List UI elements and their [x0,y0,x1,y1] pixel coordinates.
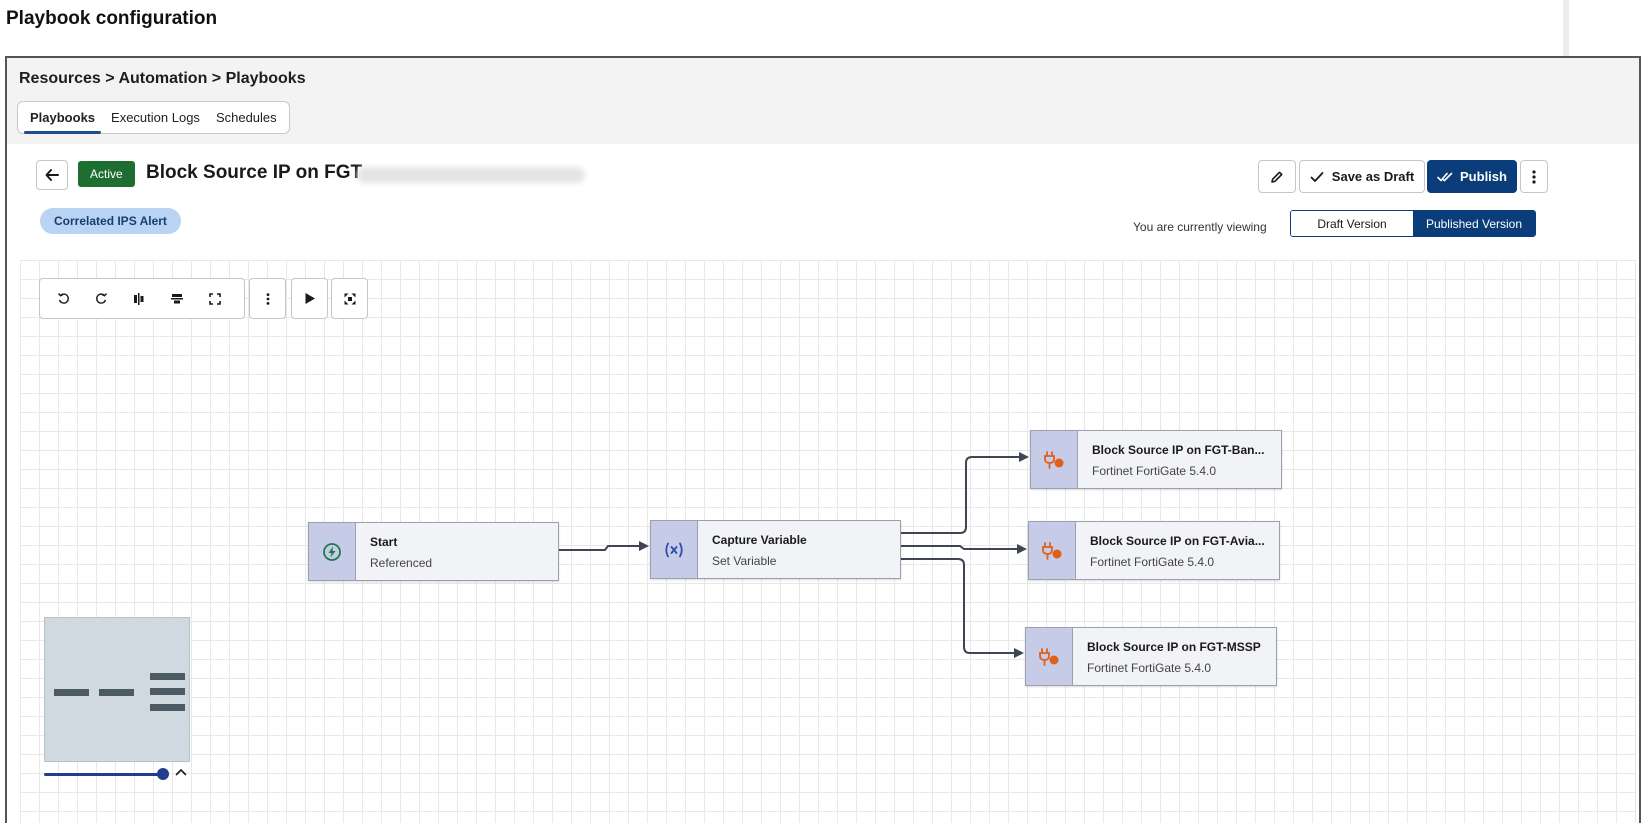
minimap-node [150,704,185,711]
minimap-node [150,673,185,680]
undo-button[interactable] [44,279,82,318]
expand-arrows-icon [344,293,355,304]
redacted-identifier [357,167,585,183]
node-subtitle: Fortinet FortiGate 5.4.0 [1087,661,1212,675]
status-badge: Active [78,161,135,187]
check-icon [1310,171,1324,182]
pencil-icon [1271,171,1283,183]
zoom-slider-handle[interactable] [157,768,169,780]
play-icon [305,293,315,304]
tab-playbooks[interactable]: Playbooks [22,102,103,134]
plug-icon [1042,541,1062,560]
plug-icon [1039,647,1059,666]
undo-icon [57,293,69,304]
minimap-collapse-button[interactable] [173,764,189,780]
canvas-menu-toolbar [249,278,286,319]
canvas-edit-toolbar [39,278,245,319]
canvas-run-toolbar [291,278,328,319]
kebab-icon [1532,169,1536,184]
variable-icon [665,542,683,557]
node-subtitle: Referenced [370,556,433,570]
playbook-editor: Active Block Source IP on FGT Correlated… [7,144,1639,823]
node-subtitle: Set Variable [712,554,777,568]
align-horizontal-button[interactable] [120,279,158,318]
double-check-icon [1437,172,1453,181]
node-block-ip-mssp[interactable]: Block Source IP on FGT-MSSP Fortinet For… [1025,627,1277,686]
align-horizontal-icon [134,292,144,305]
app-frame: Resources > Automation > Playbooks Playb… [5,56,1641,823]
flow-canvas[interactable]: Start Referenced Capture Variable Set Va… [20,260,1636,823]
redo-icon [95,293,107,304]
tab-execution-logs[interactable]: Execution Logs [103,102,208,133]
node-block-ip-ban[interactable]: Block Source IP on FGT-Ban... Fortinet F… [1030,430,1282,489]
fit-view-button[interactable] [196,279,234,318]
playbook-title: Block Source IP on FGT [146,162,363,183]
node-title: Capture Variable [712,533,807,547]
minimap-node [150,688,185,695]
trigger-tag[interactable]: Correlated IPS Alert [40,208,181,234]
back-button[interactable] [36,160,68,190]
version-toggle: Draft Version Published Version [1290,210,1536,237]
canvas-menu-button[interactable] [250,279,285,318]
edge-capture-to-action1 [900,452,1029,534]
edge-capture-to-action2 [900,544,1027,554]
minimap-node [99,689,134,696]
arrow-left-icon [45,169,59,181]
page-heading: Playbook configuration [6,8,218,29]
node-title: Block Source IP on FGT-Avia... [1090,534,1265,548]
save-as-draft-label: Save as Draft [1331,169,1415,184]
publish-label: Publish [1460,169,1507,184]
align-vertical-icon [171,293,183,303]
save-as-draft-button[interactable]: Save as Draft [1299,160,1425,193]
redo-button[interactable] [82,279,120,318]
tab-bar: Playbooks Execution Logs Schedules [17,101,290,134]
node-capture-variable[interactable]: Capture Variable Set Variable [650,520,901,579]
plug-icon [1044,450,1064,469]
chevron-up-icon [175,768,187,776]
zoom-slider-track[interactable] [44,773,162,776]
minimap-node [54,689,89,696]
node-title: Start [370,535,398,549]
node-subtitle: Fortinet FortiGate 5.4.0 [1092,464,1217,478]
auto-layout-button[interactable] [332,279,367,318]
node-title: Block Source IP on FGT-MSSP [1087,640,1261,654]
canvas-layout-toolbar [331,278,368,319]
lightning-icon [323,542,341,561]
fit-view-icon [209,292,221,305]
run-playbook-button[interactable] [292,279,327,318]
breadcrumb: Resources > Automation > Playbooks [19,70,306,87]
draft-version-option[interactable]: Draft Version [1291,211,1413,236]
edit-button[interactable] [1258,160,1296,193]
minimap[interactable] [44,617,190,762]
node-block-ip-avia[interactable]: Block Source IP on FGT-Avia... Fortinet … [1028,521,1280,580]
edge-start-to-capture [558,541,649,551]
more-options-button[interactable] [1520,160,1548,193]
node-title: Block Source IP on FGT-Ban... [1092,443,1265,457]
published-version-option[interactable]: Published Version [1413,211,1535,236]
node-subtitle: Fortinet FortiGate 5.4.0 [1090,555,1215,569]
viewing-label: You are currently viewing [1133,220,1267,234]
edge-capture-to-action3 [900,558,1024,658]
publish-button[interactable]: Publish [1427,160,1517,193]
node-start[interactable]: Start Referenced [308,522,559,581]
kebab-icon [266,292,269,305]
align-vertical-button[interactable] [158,279,196,318]
tab-schedules[interactable]: Schedules [208,102,285,133]
